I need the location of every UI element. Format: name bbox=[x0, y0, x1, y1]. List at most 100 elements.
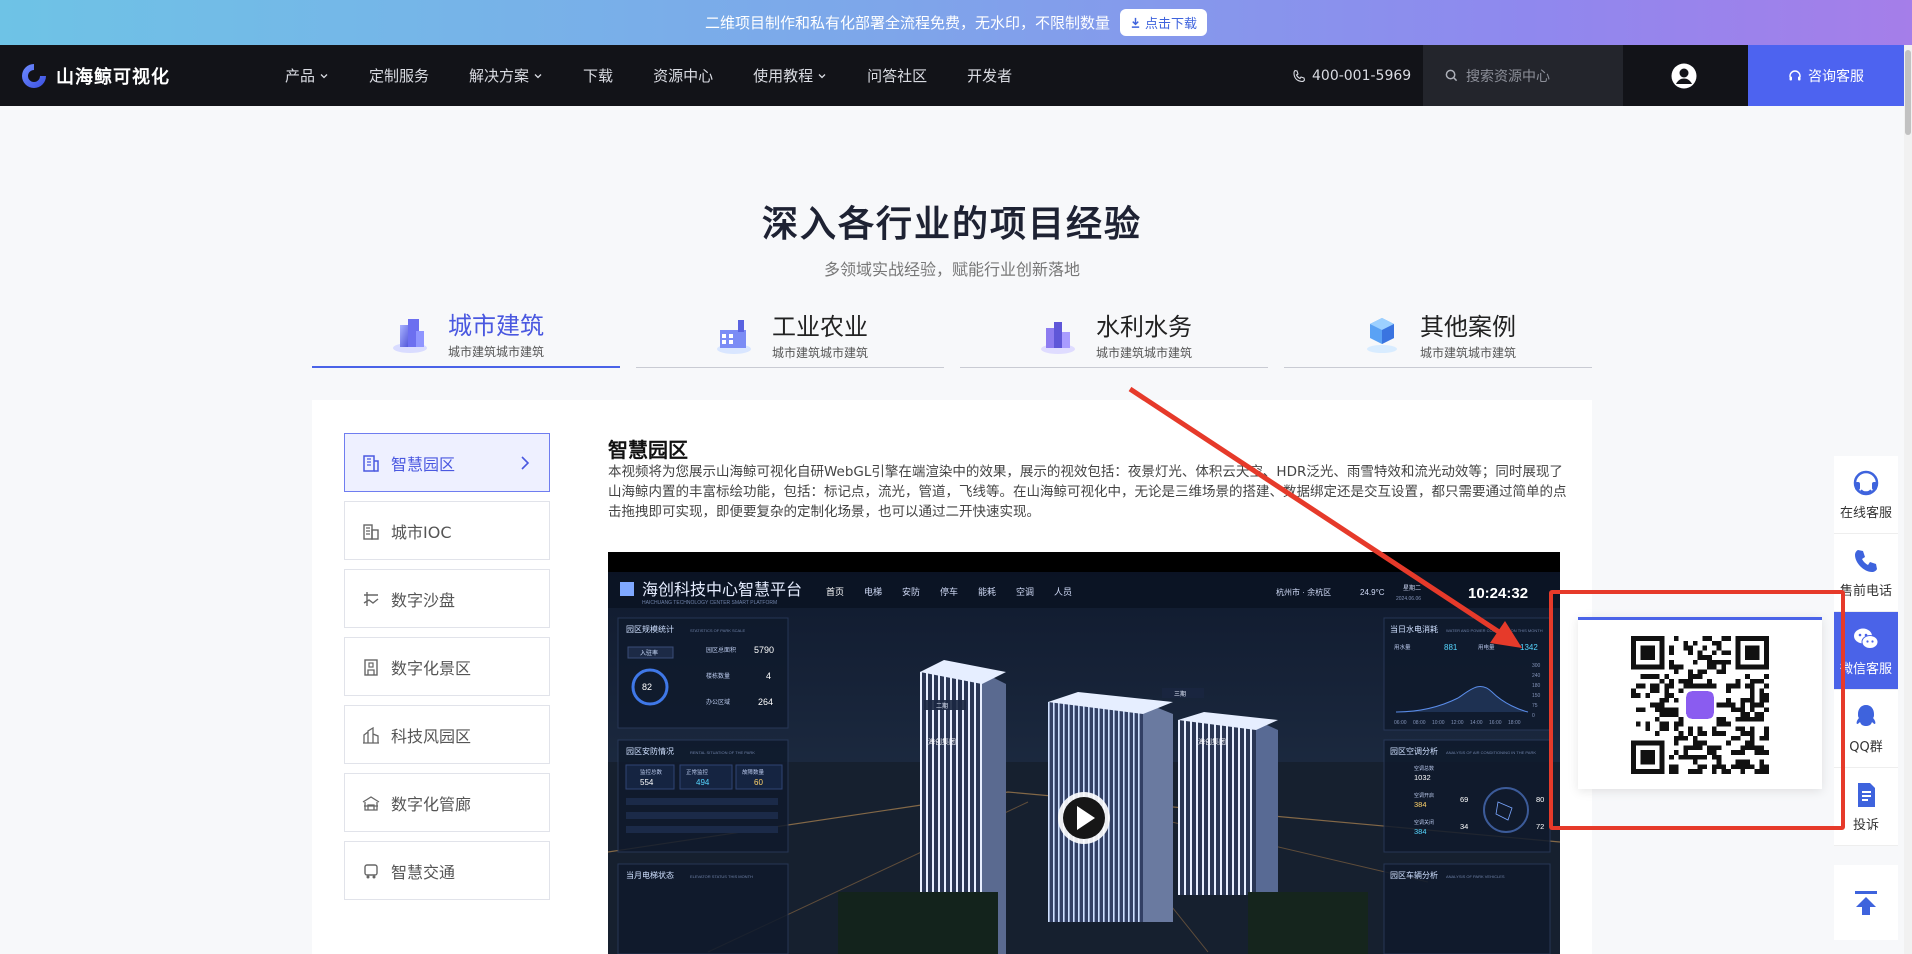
city-icon bbox=[363, 523, 379, 540]
headset-icon bbox=[1853, 470, 1879, 496]
tab-text: 城市建筑 城市建筑城市建筑 bbox=[448, 306, 544, 360]
consult-label: 咨询客服 bbox=[1808, 68, 1864, 85]
pipe-gallery-icon bbox=[362, 795, 380, 811]
tab-water-conservancy[interactable]: 水利水务 城市建筑城市建筑 bbox=[960, 300, 1268, 368]
menu-item-resources[interactable]: 资源中心 bbox=[633, 65, 733, 86]
menu-item-custom-service[interactable]: 定制服务 bbox=[349, 65, 449, 86]
video-ac-title: 园区空调分析 bbox=[1390, 746, 1438, 756]
video-circle-value: 82 bbox=[642, 682, 652, 692]
video-menu-item: 停车 bbox=[940, 586, 958, 597]
qq-icon bbox=[1856, 705, 1876, 726]
sidebar-item-label: 科技风园区 bbox=[391, 726, 472, 746]
phone-number[interactable]: 400-001-5969 bbox=[1292, 45, 1411, 106]
building-icon bbox=[363, 454, 379, 472]
float-item-label: QQ群 bbox=[1849, 740, 1883, 755]
sidebar-item-label: 数字化管廊 bbox=[391, 794, 472, 814]
float-item-presales-phone[interactable]: 售前电话 bbox=[1834, 534, 1898, 612]
sidebar-item-smart-traffic[interactable]: 智慧交通 bbox=[344, 841, 550, 900]
sidebar-item-digital-scenic[interactable]: 数字化景区 bbox=[344, 637, 550, 696]
video-elevator-title: 当月电梯状态 bbox=[626, 870, 674, 880]
logo-icon bbox=[22, 63, 46, 88]
menu-item-tutorials[interactable]: 使用教程 bbox=[733, 65, 847, 86]
video-water-subtitle: WATER AND POWER CONSUMPTION THIS MONTH bbox=[1446, 628, 1543, 633]
video-ac-temp: 72 bbox=[1536, 822, 1544, 831]
chevron-down-icon bbox=[534, 73, 542, 78]
video-time: 10:24:32 bbox=[1468, 585, 1528, 602]
factory-icon bbox=[716, 319, 751, 354]
back-to-top-button[interactable] bbox=[1834, 865, 1898, 940]
video-fault-label: 故障数量 bbox=[742, 768, 765, 776]
video-ac-subtitle: ANALYSIS OF AIR CONDITIONING IN THE PARK bbox=[1446, 750, 1536, 755]
video-ac-on-label: 空调开启 bbox=[1414, 792, 1434, 799]
sidebar-item-city-ioc[interactable]: 城市IOC bbox=[344, 501, 550, 560]
user-avatar-icon[interactable] bbox=[1671, 63, 1697, 89]
video-building-label: 三期 bbox=[1174, 690, 1186, 698]
case-video[interactable]: 海创科技中心智慧平台 HAICHUANG TECHNOLOGY CENTER S… bbox=[608, 552, 1560, 954]
video-ac-repair: 34 bbox=[1460, 822, 1468, 831]
tab-city-building[interactable]: 城市建筑 城市建筑城市建筑 bbox=[312, 300, 620, 368]
download-button[interactable]: 点击下载 bbox=[1120, 9, 1208, 36]
video-building-label: 海创集团 bbox=[1198, 737, 1226, 746]
consult-button[interactable]: 咨询客服 bbox=[1748, 45, 1904, 106]
video-fault-value: 60 bbox=[754, 778, 763, 787]
float-item-qq-group[interactable]: QQ群 bbox=[1834, 690, 1898, 768]
video-menu-item: 首页 bbox=[826, 586, 844, 597]
video-elevator-subtitle: ELEVATOR STATUS THIS MONTH bbox=[690, 874, 753, 879]
scrollbar-thumb[interactable] bbox=[1905, 50, 1911, 135]
phone-icon bbox=[1855, 550, 1877, 572]
float-item-online-service[interactable]: 在线客服 bbox=[1834, 456, 1898, 534]
play-button[interactable] bbox=[1058, 792, 1110, 844]
video-water-value: 881 bbox=[1444, 643, 1458, 652]
video-menu-item: 空调 bbox=[1016, 586, 1034, 597]
video-chart-ytick: 0 bbox=[1532, 713, 1535, 719]
phone-text: 400-001-5969 bbox=[1312, 67, 1412, 84]
float-item-label: 售前电话 bbox=[1839, 584, 1892, 599]
qr-code-image bbox=[1631, 635, 1769, 774]
case-panel: 智慧园区 城市IOC 数字沙盘 数字化景区 科技风园区 数字化管廊 智慧交通 智… bbox=[312, 400, 1592, 954]
video-car-title: 园区车辆分析 bbox=[1390, 870, 1438, 880]
category-tabs: 城市建筑 城市建筑城市建筑 工业农业 城市建筑城市建筑 水利水务 城市建筑城市建… bbox=[312, 300, 1592, 368]
float-item-label: 在线客服 bbox=[1839, 506, 1892, 521]
video-car-subtitle: ANALYSIS OF PARK VEHICLES bbox=[1446, 874, 1505, 879]
sidebar-item-digital-sandbox[interactable]: 数字沙盘 bbox=[344, 569, 550, 628]
sidebar-item-tech-park[interactable]: 科技风园区 bbox=[344, 705, 550, 764]
water-plant-icon bbox=[1040, 321, 1075, 354]
floating-toolbar: 在线客服 售前电话 微信客服 QQ群 投诉 bbox=[1834, 456, 1898, 846]
page-scrollbar[interactable] bbox=[1904, 45, 1912, 954]
tab-industry-agriculture[interactable]: 工业农业 城市建筑城市建筑 bbox=[636, 300, 944, 368]
menu-item-product[interactable]: 产品 bbox=[265, 65, 349, 86]
video-chart-xtick: 10:00 bbox=[1432, 720, 1445, 726]
video-chart-ytick: 180 bbox=[1532, 683, 1541, 689]
sidebar-item-label: 数字化景区 bbox=[391, 658, 472, 678]
tab-other-cases[interactable]: 其他案例 城市建筑城市建筑 bbox=[1284, 300, 1592, 368]
video-stats-value: 5790 bbox=[754, 645, 774, 655]
video-stats-label: 办公区域 bbox=[706, 698, 730, 706]
video-building-label: 海创集团 bbox=[928, 737, 956, 746]
tech-park-icon bbox=[363, 726, 379, 744]
logo-text: 山海鲸可视化 bbox=[56, 66, 170, 88]
menu-item-developer[interactable]: 开发者 bbox=[947, 65, 1032, 86]
video-water-label: 用水量 bbox=[1394, 643, 1411, 651]
video-temperature: 24.9°C bbox=[1360, 588, 1385, 597]
menu-item-community[interactable]: 问答社区 bbox=[847, 65, 947, 86]
video-stats-label: 园区总面积 bbox=[706, 646, 736, 654]
video-cam-label: 监控总数 bbox=[640, 768, 663, 776]
video-cam-value: 554 bbox=[640, 778, 654, 787]
promo-text: 二维项目制作和私有化部署全流程免费，无水印，不限制数量 bbox=[704, 14, 1110, 32]
video-menu-item: 安防 bbox=[902, 586, 920, 597]
video-entry-label: 入驻率 bbox=[640, 649, 658, 657]
top-nav: 山海鲸可视化 产品 定制服务 解决方案 下载 资源中心 使用教程 问答社区 开发… bbox=[0, 45, 1904, 106]
logo[interactable]: 山海鲸可视化 bbox=[20, 62, 220, 90]
video-chart-xtick: 06:00 bbox=[1394, 720, 1407, 726]
sidebar-item-smart-park[interactable]: 智慧园区 bbox=[344, 433, 550, 492]
menu-item-solutions[interactable]: 解决方案 bbox=[449, 65, 563, 86]
video-chart-xtick: 18:00 bbox=[1508, 720, 1521, 726]
sidebar-item-label: 数字沙盘 bbox=[391, 590, 456, 610]
float-item-complaint[interactable]: 投诉 bbox=[1834, 768, 1898, 846]
menu-item-download[interactable]: 下载 bbox=[563, 65, 633, 86]
sidebar-item-pipe-gallery[interactable]: 数字化管廊 bbox=[344, 773, 550, 832]
float-item-wechat-service[interactable]: 微信客服 bbox=[1834, 612, 1898, 690]
video-ac-total-label: 空调总数 bbox=[1414, 765, 1434, 772]
menu-label: 定制服务 bbox=[369, 67, 430, 85]
search-input[interactable]: 搜索资源中心 bbox=[1423, 45, 1623, 106]
